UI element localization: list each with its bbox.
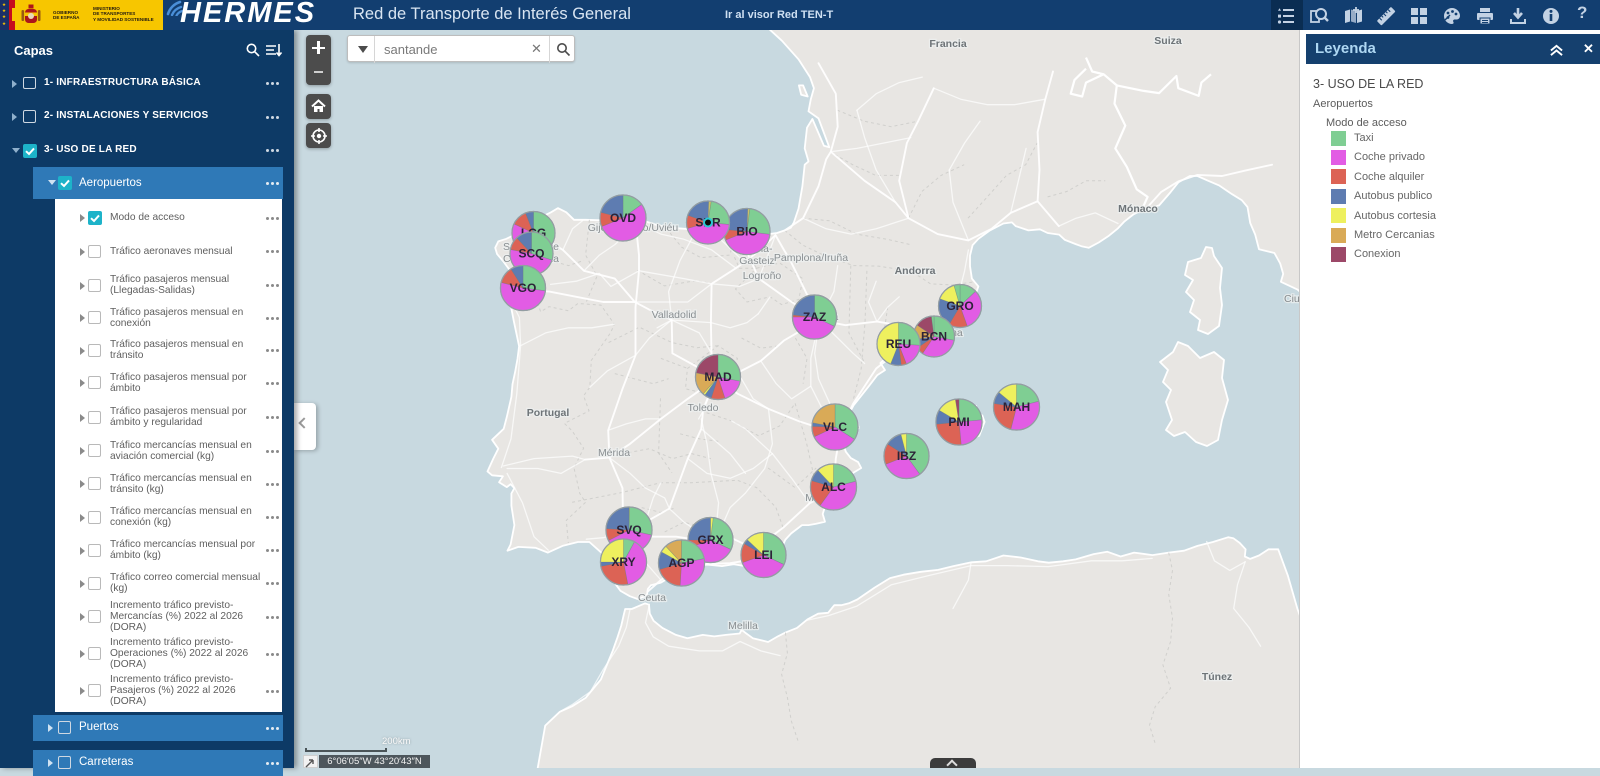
svg-text:Melilla: Melilla [728, 620, 758, 632]
svg-text:BCN: BCN [921, 330, 947, 344]
svg-text:Logroño: Logroño [743, 270, 782, 282]
svg-text:GRX: GRX [697, 533, 723, 547]
svg-text:XRY: XRY [611, 555, 635, 569]
svg-text:Pamplona/Iruña: Pamplona/Iruña [774, 252, 848, 264]
svg-text:Mónaco: Mónaco [1118, 203, 1158, 215]
svg-text:ZAZ: ZAZ [803, 310, 826, 324]
svg-text:MAD: MAD [704, 370, 732, 384]
svg-text:AGP: AGP [668, 556, 694, 570]
svg-text:SCQ: SCQ [518, 247, 544, 261]
svg-text:Túnez: Túnez [1202, 671, 1232, 683]
svg-text:MAH: MAH [1003, 400, 1030, 414]
svg-text:Valladolid: Valladolid [652, 309, 697, 321]
svg-text:VGO: VGO [510, 281, 537, 295]
svg-text:GRO: GRO [946, 299, 973, 313]
svg-text:REU: REU [886, 337, 911, 351]
svg-text:Mérida: Mérida [598, 447, 630, 459]
svg-text:Gasteiz: Gasteiz [739, 255, 775, 267]
svg-text:Suiza: Suiza [1154, 35, 1182, 47]
svg-text:Toledo: Toledo [688, 402, 719, 414]
svg-text:SVQ: SVQ [616, 523, 641, 537]
svg-text:Ceuta: Ceuta [638, 592, 666, 604]
svg-text:OVD: OVD [610, 211, 636, 225]
svg-text:LEI: LEI [754, 548, 773, 562]
svg-text:Francia: Francia [929, 38, 967, 50]
svg-text:IBZ: IBZ [897, 449, 916, 463]
svg-text:BIO: BIO [736, 225, 757, 239]
svg-text:Portugal: Portugal [527, 407, 570, 419]
svg-text:ALC: ALC [821, 480, 846, 494]
svg-text:Andorra: Andorra [895, 265, 936, 277]
svg-text:PMI: PMI [948, 415, 969, 429]
svg-text:VLC: VLC [823, 420, 847, 434]
